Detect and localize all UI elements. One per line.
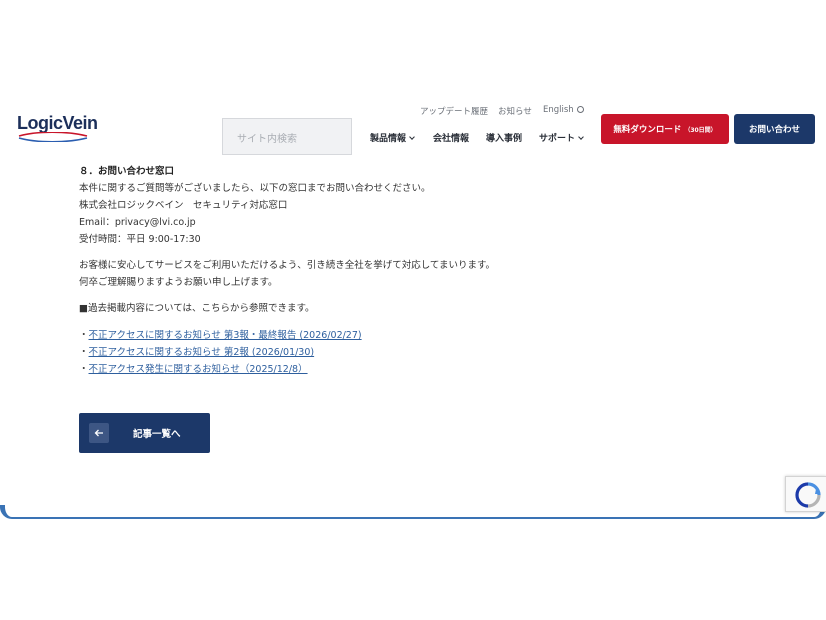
- back-button-label: 記事一覧へ: [133, 429, 181, 440]
- english-label: English: [543, 105, 574, 115]
- nav-item-case-studies[interactable]: 導入事例: [486, 131, 522, 144]
- past-notice-item: ・不正アクセスに関するお知らせ 第3報・最終報告 (2026/02/27): [79, 327, 362, 341]
- nav-item-company[interactable]: 会社情報: [433, 131, 469, 144]
- past-notice-link[interactable]: 不正アクセスに関するお知らせ 第3報・最終報告 (2026/02/27): [89, 330, 362, 341]
- nav-item-products[interactable]: 製品情報: [370, 131, 415, 144]
- free-download-button[interactable]: 無料ダウンロード （30日間）: [601, 114, 729, 144]
- logicvein-logo[interactable]: LogicVein: [17, 113, 98, 145]
- contact-hours-line: 受付時間：平日 9:00-17:30: [79, 234, 201, 245]
- site-search-input[interactable]: サイト内検索: [222, 118, 352, 155]
- logo-text: LogicVein: [17, 113, 98, 133]
- past-notice-item: ・不正アクセス発生に関するお知らせ（2025/12/8）: [79, 361, 308, 375]
- download-button-label: 無料ダウンロード: [613, 125, 682, 135]
- section-heading: ８．お問い合わせ窓口: [79, 166, 175, 177]
- past-notice-link[interactable]: 不正アクセスに関するお知らせ 第2報 (2026/01/30): [89, 347, 315, 358]
- contact-line: 株式会社ロジックベイン セキュリティ対応窓口: [79, 200, 288, 211]
- nav-item-label: 会社情報: [433, 134, 470, 144]
- bullet: ・: [79, 364, 89, 375]
- closing-line: 何卒ご理解賜りますようお願い申し上げます。: [79, 277, 278, 288]
- arrow-left-icon: [89, 423, 109, 443]
- bullet: ・: [79, 330, 89, 341]
- nav-item-label: 製品情報: [370, 134, 407, 144]
- recaptcha-icon: [795, 482, 821, 508]
- update-history-link[interactable]: アップデート履歴: [420, 105, 488, 117]
- bullet: ・: [79, 347, 89, 358]
- closing-line: お客様に安心してサービスをご利用いただけるよう、引き続き全社を挙げて対応してまい…: [79, 260, 496, 271]
- browser-frame-edge: [0, 505, 826, 519]
- chevron-down-icon: [578, 134, 584, 140]
- english-link[interactable]: English: [543, 105, 584, 115]
- back-to-list-button[interactable]: 記事一覧へ: [79, 413, 210, 453]
- nav-item-label: サポート: [539, 134, 576, 144]
- contact-button[interactable]: お問い合わせ: [734, 114, 815, 144]
- contact-email-line: Email：privacy@lvi.co.jp: [79, 217, 196, 228]
- past-notice-link[interactable]: 不正アクセス発生に関するお知らせ（2025/12/8）: [89, 364, 308, 375]
- past-notice-intro: ■過去掲載内容については、こちらから参照できます。: [79, 303, 315, 314]
- past-notice-item: ・不正アクセスに関するお知らせ 第2報 (2026/01/30): [79, 344, 314, 358]
- contact-line: 本件に関するご質問等がございましたら、以下の窓口までお問い合わせください。: [79, 183, 431, 194]
- news-link[interactable]: お知らせ: [498, 105, 532, 117]
- contact-button-label: お問い合わせ: [748, 125, 800, 135]
- globe-icon: [576, 106, 584, 113]
- recaptcha-badge[interactable]: [785, 476, 826, 512]
- logo-swoosh-icon: [18, 132, 88, 142]
- chevron-down-icon: [409, 134, 415, 140]
- download-button-sublabel: （30日間）: [684, 126, 717, 134]
- nav-item-support[interactable]: サポート: [539, 131, 584, 144]
- nav-item-label: 導入事例: [486, 134, 523, 144]
